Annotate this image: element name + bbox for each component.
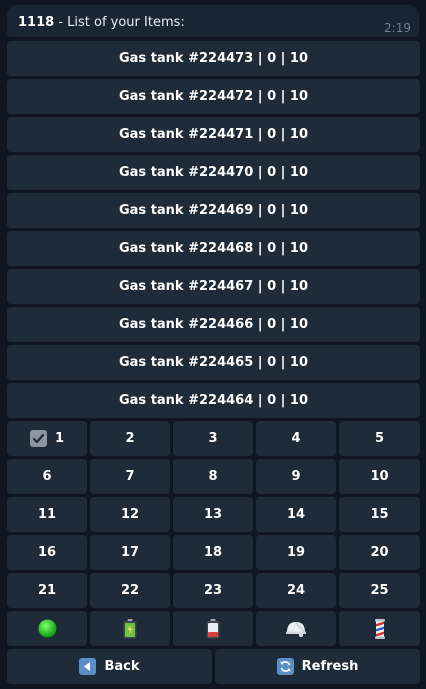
filter-button-barber[interactable] bbox=[339, 611, 420, 646]
refresh-label: Refresh bbox=[301, 659, 359, 674]
page-button[interactable]: 15 bbox=[339, 497, 420, 532]
page-label: 21 bbox=[37, 583, 57, 598]
item-button[interactable]: Gas tank #224464 | 0 | 10 bbox=[7, 383, 420, 418]
page-label: 23 bbox=[203, 583, 223, 598]
page-button[interactable]: 24 bbox=[256, 573, 336, 608]
page-label: 15 bbox=[370, 507, 389, 522]
page-button[interactable]: 12 bbox=[90, 497, 170, 532]
page-button[interactable]: 13 bbox=[173, 497, 253, 532]
page-button[interactable]: 23 bbox=[173, 573, 253, 608]
back-button[interactable]: Back bbox=[7, 649, 212, 684]
filter-button-green[interactable] bbox=[7, 611, 87, 646]
back-arrow-icon bbox=[79, 658, 97, 675]
message-bubble: 1118 - List of your Items: 2:19 bbox=[7, 5, 419, 37]
filter-button-battery[interactable] bbox=[90, 611, 170, 646]
page-label: 10 bbox=[370, 469, 389, 484]
page-label: 13 bbox=[203, 507, 223, 522]
item-button[interactable]: Gas tank #224470 | 0 | 10 bbox=[7, 155, 420, 190]
item-label: Gas tank #224471 | 0 | 10 bbox=[118, 127, 309, 142]
page-label: 9 bbox=[291, 469, 301, 484]
low-battery-icon bbox=[206, 618, 220, 639]
page-button[interactable]: 22 bbox=[90, 573, 170, 608]
message-number: 1118 bbox=[18, 15, 55, 30]
page-button[interactable]: 7 bbox=[90, 459, 170, 494]
filter-button-helmet[interactable] bbox=[256, 611, 336, 646]
item-button[interactable]: Gas tank #224465 | 0 | 10 bbox=[7, 345, 420, 380]
item-button[interactable]: Gas tank #224468 | 0 | 10 bbox=[7, 231, 420, 266]
battery-icon bbox=[123, 618, 137, 639]
page-button[interactable]: 25 bbox=[339, 573, 420, 608]
item-label: Gas tank #224469 | 0 | 10 bbox=[118, 203, 309, 218]
page-label: 22 bbox=[120, 583, 140, 598]
page-label: 20 bbox=[370, 545, 389, 560]
page-label: 2 bbox=[125, 431, 135, 446]
item-label: Gas tank #224467 | 0 | 10 bbox=[118, 279, 309, 294]
item-button[interactable]: Gas tank #224466 | 0 | 10 bbox=[7, 307, 420, 342]
page-button[interactable]: 11 bbox=[7, 497, 87, 532]
item-label: Gas tank #224470 | 0 | 10 bbox=[118, 165, 309, 180]
message-text: 1118 - List of your Items: bbox=[18, 15, 185, 30]
page-button[interactable]: 18 bbox=[173, 535, 253, 570]
item-button[interactable]: Gas tank #224467 | 0 | 10 bbox=[7, 269, 420, 304]
page-button[interactable]: 4 bbox=[256, 421, 336, 456]
barber-pole-icon bbox=[374, 618, 386, 639]
page-button[interactable]: 19 bbox=[256, 535, 336, 570]
page-label: 8 bbox=[208, 469, 218, 484]
message-time: 2:19 bbox=[384, 21, 411, 35]
page-button[interactable]: 10 bbox=[339, 459, 420, 494]
item-label: Gas tank #224473 | 0 | 10 bbox=[118, 51, 309, 66]
page-label: 7 bbox=[125, 469, 135, 484]
refresh-button[interactable]: Refresh bbox=[215, 649, 420, 684]
page-label: 12 bbox=[120, 507, 140, 522]
page-label: 5 bbox=[374, 431, 385, 446]
back-label: Back bbox=[104, 659, 140, 674]
item-button[interactable]: Gas tank #224472 | 0 | 10 bbox=[7, 79, 420, 114]
item-label: Gas tank #224468 | 0 | 10 bbox=[118, 241, 309, 256]
item-label: Gas tank #224466 | 0 | 10 bbox=[118, 317, 309, 332]
page-button[interactable]: 2 bbox=[90, 421, 170, 456]
item-label: Gas tank #224472 | 0 | 10 bbox=[118, 89, 309, 104]
message-caption: - List of your Items: bbox=[54, 15, 185, 30]
page-label: 11 bbox=[37, 507, 57, 522]
checkmark-icon bbox=[29, 430, 47, 447]
page-button[interactable]: 8 bbox=[173, 459, 253, 494]
page-label: 1 bbox=[54, 431, 65, 446]
item-button[interactable]: Gas tank #224471 | 0 | 10 bbox=[7, 117, 420, 152]
helmet-icon bbox=[285, 620, 307, 638]
green-circle-icon bbox=[38, 619, 57, 638]
item-button[interactable]: Gas tank #224469 | 0 | 10 bbox=[7, 193, 420, 228]
page-button[interactable]: 6 bbox=[7, 459, 87, 494]
page-button[interactable]: 9 bbox=[256, 459, 336, 494]
page-label: 18 bbox=[203, 545, 223, 560]
page-label: 16 bbox=[37, 545, 57, 560]
refresh-icon bbox=[276, 658, 294, 675]
item-label: Gas tank #224464 | 0 | 10 bbox=[118, 393, 309, 408]
item-label: Gas tank #224465 | 0 | 10 bbox=[118, 355, 309, 370]
page-label: 17 bbox=[120, 545, 140, 560]
page-button[interactable]: 21 bbox=[7, 573, 87, 608]
page-label: 19 bbox=[286, 545, 306, 560]
page-button[interactable]: 17 bbox=[90, 535, 170, 570]
page-button[interactable]: 5 bbox=[339, 421, 420, 456]
page-label: 25 bbox=[370, 583, 389, 598]
page-label: 3 bbox=[208, 431, 218, 446]
page-button[interactable]: 20 bbox=[339, 535, 420, 570]
page-label: 14 bbox=[286, 507, 306, 522]
page-button[interactable]: 14 bbox=[256, 497, 336, 532]
item-button[interactable]: Gas tank #224473 | 0 | 10 bbox=[7, 41, 420, 76]
page-label: 6 bbox=[42, 469, 52, 484]
filter-button-low-battery[interactable] bbox=[173, 611, 253, 646]
page-label: 24 bbox=[286, 583, 306, 598]
page-button[interactable]: 3 bbox=[173, 421, 253, 456]
page-label: 4 bbox=[291, 431, 301, 446]
page-button[interactable]: 16 bbox=[7, 535, 87, 570]
page-button-current[interactable]: 1 bbox=[7, 421, 87, 456]
